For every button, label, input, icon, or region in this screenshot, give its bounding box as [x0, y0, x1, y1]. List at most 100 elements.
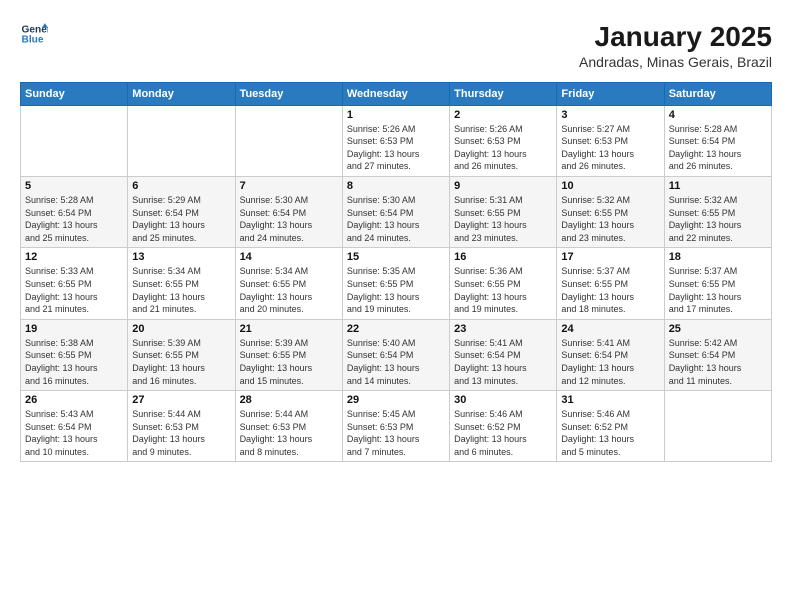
header-sunday: Sunday: [21, 82, 128, 105]
table-row: 12Sunrise: 5:33 AMSunset: 6:55 PMDayligh…: [21, 248, 128, 319]
day-number: 4: [669, 109, 767, 121]
day-info: Sunrise: 5:41 AMSunset: 6:54 PMDaylight:…: [454, 337, 552, 387]
day-info: Sunrise: 5:45 AMSunset: 6:53 PMDaylight:…: [347, 408, 445, 458]
day-info: Sunrise: 5:39 AMSunset: 6:55 PMDaylight:…: [240, 337, 338, 387]
day-info: Sunrise: 5:41 AMSunset: 6:54 PMDaylight:…: [561, 337, 659, 387]
day-number: 28: [240, 394, 338, 406]
day-info: Sunrise: 5:46 AMSunset: 6:52 PMDaylight:…: [561, 408, 659, 458]
header-tuesday: Tuesday: [235, 82, 342, 105]
day-number: 12: [25, 251, 123, 263]
svg-text:Blue: Blue: [22, 35, 44, 46]
calendar-week-3: 12Sunrise: 5:33 AMSunset: 6:55 PMDayligh…: [21, 248, 772, 319]
day-number: 8: [347, 180, 445, 192]
day-number: 29: [347, 394, 445, 406]
day-number: 7: [240, 180, 338, 192]
day-info: Sunrise: 5:37 AMSunset: 6:55 PMDaylight:…: [561, 265, 659, 315]
table-row: 19Sunrise: 5:38 AMSunset: 6:55 PMDayligh…: [21, 319, 128, 390]
table-row: 21 Sunrise: 5:39 AMSunset: 6:55 PMDayligh…: [235, 319, 342, 390]
day-info: Sunrise: 5:34 AMSunset: 6:55 PMDaylight:…: [132, 265, 230, 315]
table-row: [21, 105, 128, 176]
day-number: 1: [347, 109, 445, 121]
day-number: 14: [240, 251, 338, 263]
day-number: 24: [561, 323, 659, 335]
day-info: Sunrise: 5:46 AMSunset: 6:52 PMDaylight:…: [454, 408, 552, 458]
main-title: January 2025: [579, 20, 772, 54]
table-row: 6 Sunrise: 5:29 AMSunset: 6:54 PMDaylight…: [128, 176, 235, 247]
day-number: 5: [25, 180, 123, 192]
table-row: 17 Sunrise: 5:37 AMSunset: 6:55 PMDayligh…: [557, 248, 664, 319]
day-info: Sunrise: 5:44 AMSunset: 6:53 PMDaylight:…: [240, 408, 338, 458]
logo: General Blue: [20, 20, 48, 48]
table-row: [235, 105, 342, 176]
table-row: [128, 105, 235, 176]
table-row: 1 Sunrise: 5:26 AMSunset: 6:53 PMDaylight…: [342, 105, 449, 176]
table-row: 31 Sunrise: 5:46 AMSunset: 6:52 PMDayligh…: [557, 391, 664, 462]
table-row: 4 Sunrise: 5:28 AMSunset: 6:54 PMDaylight…: [664, 105, 771, 176]
day-info: Sunrise: 5:31 AMSunset: 6:55 PMDaylight:…: [454, 194, 552, 244]
logo-icon: General Blue: [20, 20, 48, 48]
table-row: 20 Sunrise: 5:39 AMSunset: 6:55 PMDayligh…: [128, 319, 235, 390]
title-block: January 2025 Andradas, Minas Gerais, Bra…: [579, 20, 772, 70]
table-row: 14Sunrise: 5:34 AMSunset: 6:55 PMDayligh…: [235, 248, 342, 319]
day-info: Sunrise: 5:43 AMSunset: 6:54 PMDaylight:…: [25, 408, 123, 458]
header-thursday: Thursday: [450, 82, 557, 105]
day-info: Sunrise: 5:26 AMSunset: 6:53 PMDaylight:…: [454, 123, 552, 173]
calendar-week-5: 26 Sunrise: 5:43 AMSunset: 6:54 PMDayligh…: [21, 391, 772, 462]
day-info: Sunrise: 5:35 AMSunset: 6:55 PMDaylight:…: [347, 265, 445, 315]
day-info: Sunrise: 5:30 AMSunset: 6:54 PMDaylight:…: [347, 194, 445, 244]
day-number: 26: [25, 394, 123, 406]
day-number: 22: [347, 323, 445, 335]
day-info: Sunrise: 5:40 AMSunset: 6:54 PMDaylight:…: [347, 337, 445, 387]
table-row: 16Sunrise: 5:36 AMSunset: 6:55 PMDayligh…: [450, 248, 557, 319]
table-row: 29 Sunrise: 5:45 AMSunset: 6:53 PMDayligh…: [342, 391, 449, 462]
calendar-week-1: 1 Sunrise: 5:26 AMSunset: 6:53 PMDaylight…: [21, 105, 772, 176]
day-number: 17: [561, 251, 659, 263]
table-row: 28 Sunrise: 5:44 AMSunset: 6:53 PMDayligh…: [235, 391, 342, 462]
day-info: Sunrise: 5:32 AMSunset: 6:55 PMDaylight:…: [561, 194, 659, 244]
header: General Blue January 2025 Andradas, Mina…: [20, 20, 772, 70]
day-info: Sunrise: 5:42 AMSunset: 6:54 PMDaylight:…: [669, 337, 767, 387]
header-monday: Monday: [128, 82, 235, 105]
day-number: 16: [454, 251, 552, 263]
day-number: 23: [454, 323, 552, 335]
table-row: 24 Sunrise: 5:41 AMSunset: 6:54 PMDayligh…: [557, 319, 664, 390]
header-wednesday: Wednesday: [342, 82, 449, 105]
day-number: 13: [132, 251, 230, 263]
day-number: 20: [132, 323, 230, 335]
day-info: Sunrise: 5:28 AMSunset: 6:54 PMDaylight:…: [669, 123, 767, 173]
table-row: 27 Sunrise: 5:44 AMSunset: 6:53 PMDayligh…: [128, 391, 235, 462]
day-number: 11: [669, 180, 767, 192]
day-number: 15: [347, 251, 445, 263]
table-row: 2Sunrise: 5:26 AMSunset: 6:53 PMDaylight…: [450, 105, 557, 176]
day-info: Sunrise: 5:37 AMSunset: 6:55 PMDaylight:…: [669, 265, 767, 315]
day-number: 3: [561, 109, 659, 121]
table-row: 8 Sunrise: 5:30 AMSunset: 6:54 PMDaylight…: [342, 176, 449, 247]
table-row: 3 Sunrise: 5:27 AMSunset: 6:53 PMDaylight…: [557, 105, 664, 176]
day-number: 10: [561, 180, 659, 192]
table-row: 26 Sunrise: 5:43 AMSunset: 6:54 PMDayligh…: [21, 391, 128, 462]
table-row: [664, 391, 771, 462]
day-number: 9: [454, 180, 552, 192]
table-row: 10 Sunrise: 5:32 AMSunset: 6:55 PMDayligh…: [557, 176, 664, 247]
calendar-header-row: Sunday Monday Tuesday Wednesday Thursday…: [21, 82, 772, 105]
day-number: 31: [561, 394, 659, 406]
table-row: 9 Sunrise: 5:31 AMSunset: 6:55 PMDaylight…: [450, 176, 557, 247]
table-row: 7Sunrise: 5:30 AMSunset: 6:54 PMDaylight…: [235, 176, 342, 247]
day-info: Sunrise: 5:39 AMSunset: 6:55 PMDaylight:…: [132, 337, 230, 387]
day-number: 6: [132, 180, 230, 192]
calendar-week-4: 19Sunrise: 5:38 AMSunset: 6:55 PMDayligh…: [21, 319, 772, 390]
table-row: 23 Sunrise: 5:41 AMSunset: 6:54 PMDayligh…: [450, 319, 557, 390]
day-number: 21: [240, 323, 338, 335]
day-info: Sunrise: 5:29 AMSunset: 6:54 PMDaylight:…: [132, 194, 230, 244]
day-info: Sunrise: 5:27 AMSunset: 6:53 PMDaylight:…: [561, 123, 659, 173]
calendar: Sunday Monday Tuesday Wednesday Thursday…: [20, 82, 772, 463]
day-number: 27: [132, 394, 230, 406]
table-row: 15 Sunrise: 5:35 AMSunset: 6:55 PMDayligh…: [342, 248, 449, 319]
day-info: Sunrise: 5:44 AMSunset: 6:53 PMDaylight:…: [132, 408, 230, 458]
calendar-week-2: 5Sunrise: 5:28 AMSunset: 6:54 PMDaylight…: [21, 176, 772, 247]
subtitle: Andradas, Minas Gerais, Brazil: [579, 54, 772, 70]
day-info: Sunrise: 5:32 AMSunset: 6:55 PMDaylight:…: [669, 194, 767, 244]
page: General Blue January 2025 Andradas, Mina…: [0, 0, 792, 612]
day-info: Sunrise: 5:26 AMSunset: 6:53 PMDaylight:…: [347, 123, 445, 173]
day-info: Sunrise: 5:38 AMSunset: 6:55 PMDaylight:…: [25, 337, 123, 387]
